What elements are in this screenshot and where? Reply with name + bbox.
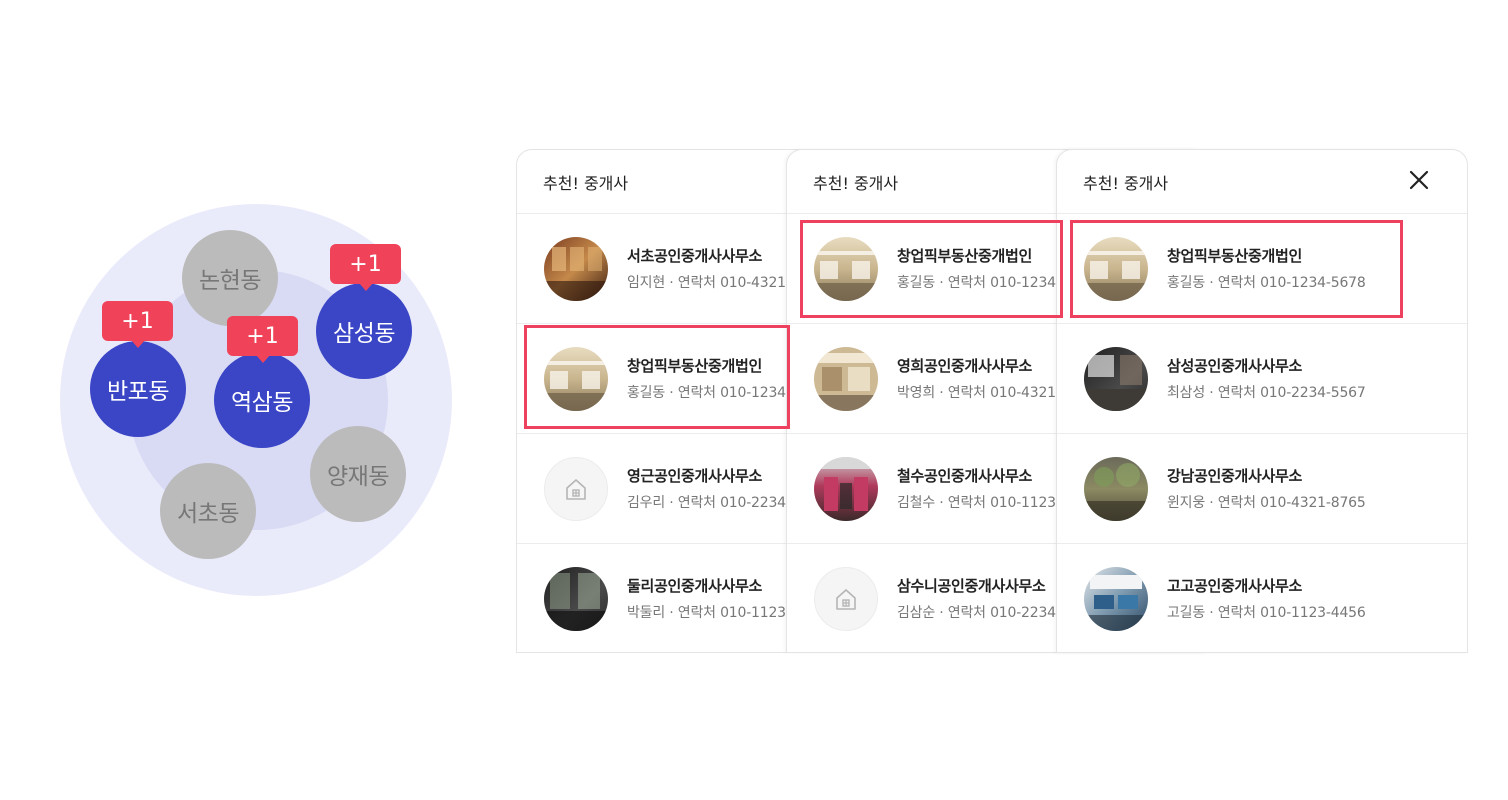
agent-name: 철수공인중개사사무소 xyxy=(897,467,1033,485)
agent-list-item[interactable]: 강남공인중개사사무소 윈지웅 · 연락처 010-4321-8765 xyxy=(1057,434,1467,544)
agent-name: 창업픽부동산중개법인 xyxy=(627,357,763,375)
dong-bubble-yangjae[interactable]: 양재동 xyxy=(310,426,406,522)
agent-name: 강남공인중개사사무소 xyxy=(1167,467,1303,485)
agent-list-item[interactable]: 창업픽부동산중개법인 홍길동 · 연락처 010-1234-5678 xyxy=(1057,214,1467,324)
office-photo xyxy=(544,567,608,631)
office-photo xyxy=(1084,347,1148,411)
agent-panel-3: 추천! 중개사 창업픽부동산중개법인 홍길동 · 연락처 010-1234-56… xyxy=(1056,149,1468,653)
agent-name: 창업픽부동산중개법인 xyxy=(897,247,1033,265)
agent-contact: 홍길동 · 연락처 010-1234-5678 xyxy=(1167,275,1366,291)
agent-contact: 고길동 · 연락처 010-1123-4456 xyxy=(1167,605,1366,621)
panel-header: 추천! 중개사 xyxy=(1057,150,1467,214)
dong-bubble-yeoksam[interactable]: 역삼동 xyxy=(214,352,310,448)
agent-list-item[interactable]: 고고공인중개사사무소 고길동 · 연락처 010-1123-4456 xyxy=(1057,544,1467,652)
close-icon[interactable] xyxy=(1407,168,1431,192)
panel-title: 추천! 중개사 xyxy=(813,174,899,193)
dong-bubble-seocho[interactable]: 서초동 xyxy=(160,463,256,559)
count-badge-banpo: +1 xyxy=(102,301,173,348)
dong-bubble-nonhyeon[interactable]: 논현동 xyxy=(182,230,278,326)
agent-name: 영희공인중개사사무소 xyxy=(897,357,1033,375)
dong-bubble-banpo[interactable]: 반포동 xyxy=(90,341,186,437)
office-photo xyxy=(1084,237,1148,301)
agent-name: 삼성공인중개사사무소 xyxy=(1167,357,1303,375)
office-photo xyxy=(544,347,608,411)
agent-contact: 최삼성 · 연락처 010-2234-5567 xyxy=(1167,385,1366,401)
dong-bubble-samseong[interactable]: 삼성동 xyxy=(316,283,412,379)
office-photo xyxy=(814,347,878,411)
agent-contact: 윈지웅 · 연락처 010-4321-8765 xyxy=(1167,495,1366,511)
panel-title: 추천! 중개사 xyxy=(543,174,629,193)
office-photo xyxy=(1084,457,1148,521)
count-badge-yeoksam: +1 xyxy=(227,316,298,363)
office-photo xyxy=(814,457,878,521)
agent-name: 둘리공인중개사사무소 xyxy=(627,577,763,595)
agent-name: 서초공인중개사사무소 xyxy=(627,247,763,265)
house-icon xyxy=(814,567,878,631)
office-photo xyxy=(544,237,608,301)
count-badge-samseong: +1 xyxy=(330,244,401,291)
agent-list-item[interactable]: 삼성공인중개사사무소 최삼성 · 연락처 010-2234-5567 xyxy=(1057,324,1467,434)
agent-name: 고고공인중개사사무소 xyxy=(1167,577,1303,595)
panel-title: 추천! 중개사 xyxy=(1083,174,1169,193)
house-icon xyxy=(544,457,608,521)
agent-name: 삼수니공인중개사사무소 xyxy=(897,577,1046,595)
office-photo xyxy=(1084,567,1148,631)
agent-name: 영근공인중개사사무소 xyxy=(627,467,763,485)
agent-name: 창업픽부동산중개법인 xyxy=(1167,247,1303,265)
dong-bubble-cluster: 논현동 양재동 서초동 반포동 역삼동 삼성동 +1 +1 +1 xyxy=(0,0,500,800)
office-photo xyxy=(814,237,878,301)
